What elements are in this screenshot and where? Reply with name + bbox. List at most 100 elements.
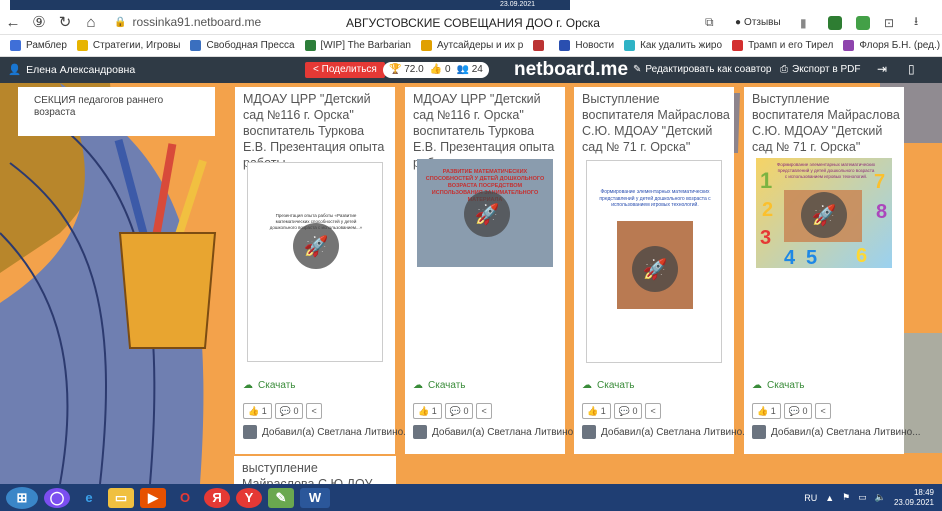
- download-link[interactable]: ☁ Скачать: [413, 380, 466, 391]
- reviews-button[interactable]: ● Отзывы: [735, 10, 781, 35]
- card-title: Выступление воспитателя Майраслова С.Ю. …: [752, 92, 900, 154]
- network-icon[interactable]: ▭: [858, 492, 867, 503]
- mobile-icon[interactable]: ▯: [908, 62, 915, 76]
- home-icon[interactable]: ⌂: [78, 10, 104, 35]
- volume-icon[interactable]: 🔈: [875, 492, 886, 503]
- word-icon[interactable]: W: [300, 487, 330, 508]
- bookmark-label: Стратегии, Игровы: [92, 40, 181, 51]
- yandex-search-icon[interactable]: Я: [204, 487, 230, 508]
- comment-button[interactable]: 💬 0: [613, 403, 643, 419]
- export-pdf-button[interactable]: ⎙ Экспорт в PDF: [780, 64, 860, 75]
- like-button[interactable]: 👍 1: [413, 403, 442, 419]
- bookmark-item[interactable]: Аутсайдеры и их р: [420, 40, 524, 51]
- user-menu[interactable]: 👤 Елена Александровна: [8, 63, 136, 77]
- svg-text:2: 2: [762, 199, 773, 221]
- card-thumbnail[interactable]: Формирование элементарных математических…: [586, 160, 722, 363]
- avatar: [752, 425, 766, 439]
- download-label: Скачать: [428, 380, 466, 391]
- tray-arrow-icon[interactable]: ▲: [825, 493, 834, 503]
- post-card[interactable]: МДОАУ ЦРР "Детский сад №116 г. Орска" во…: [235, 87, 412, 454]
- lock-icon: 🔒: [114, 16, 127, 28]
- bookmark-item[interactable]: [533, 40, 549, 51]
- cloud-icon: ☁: [243, 380, 253, 391]
- post-card[interactable]: МДОАУ ЦРР "Детский сад №116 г. Орска" во…: [405, 87, 582, 454]
- added-by: Добавил(а) Светлана Литвино...: [582, 425, 751, 439]
- url-field[interactable]: rossinka91.netboard.me: [132, 15, 261, 29]
- post-card[interactable]: выступление Майраслова С.Ю ДОУ 71.mp4: [234, 456, 396, 484]
- share-button[interactable]: < Поделиться: [305, 62, 385, 78]
- translate-icon[interactable]: ⧉: [705, 10, 714, 35]
- card-actions: 👍 1 💬 0 <: [582, 403, 661, 419]
- share-icon[interactable]: <: [645, 403, 661, 419]
- share-icon[interactable]: <: [476, 403, 492, 419]
- language-indicator[interactable]: RU: [804, 493, 817, 503]
- top-strip-window: [10, 0, 570, 10]
- bookmark-label: Флоря Б.Н. (ред.): [859, 40, 941, 51]
- bookmark-item[interactable]: Свободная Пресса: [190, 40, 295, 51]
- yandex-browser-icon[interactable]: Y: [236, 487, 262, 508]
- bookmark-icon[interactable]: ▮: [800, 10, 807, 35]
- extension-icon[interactable]: [828, 10, 842, 35]
- bookmark-label: [WIP] The Barbarian: [320, 40, 411, 51]
- bookmark-label: Как удалить жиро: [640, 40, 723, 51]
- bookmark-item[interactable]: Стратегии, Игровы: [76, 40, 181, 51]
- bookmark-item[interactable]: Новости: [559, 40, 614, 51]
- back-icon[interactable]: ←: [0, 10, 26, 35]
- extension-green-icon[interactable]: [856, 10, 870, 35]
- comment-button[interactable]: 💬 0: [444, 403, 474, 419]
- share-icon[interactable]: <: [306, 403, 322, 419]
- comment-button[interactable]: 💬 0: [274, 403, 304, 419]
- folder-icon[interactable]: ▭: [108, 487, 134, 508]
- flag-icon[interactable]: ⚑: [842, 492, 850, 503]
- card-thumbnail[interactable]: РАЗВИТИЕ МАТЕМАТИЧЕСКИХ СПОСОБНОСТЕЙ У Д…: [417, 159, 553, 267]
- ie-icon[interactable]: e: [76, 488, 102, 508]
- avatar: [582, 425, 596, 439]
- browser-round-icon[interactable]: ◯: [44, 487, 70, 508]
- bookmark-item[interactable]: Как удалить жиро: [624, 40, 722, 51]
- svg-text:6: 6: [856, 245, 867, 267]
- like-button[interactable]: 👍 1: [243, 403, 272, 419]
- section-header[interactable]: СЕКЦИЯ педагогов раннего возраста: [18, 87, 215, 136]
- download-icon[interactable]: ⭳: [914, 10, 918, 35]
- download-link[interactable]: ☁ Скачать: [243, 380, 296, 391]
- like-button[interactable]: 👍 1: [582, 403, 611, 419]
- bookmark-label: Новости: [575, 40, 615, 51]
- card-thumbnail[interactable]: Формирование элементарных математических…: [756, 158, 892, 268]
- start-icon[interactable]: ⊞: [6, 486, 38, 509]
- bookmark-item[interactable]: Рамблер: [10, 40, 67, 51]
- card-title: МДОАУ ЦРР "Детский сад №116 г. Орска" во…: [243, 92, 385, 170]
- pencil-icon: ✎: [633, 64, 642, 75]
- clock[interactable]: 18:49 23.09.2021: [894, 488, 934, 508]
- like-button[interactable]: 👍 1: [752, 403, 781, 419]
- post-card[interactable]: Выступление воспитателя Майраслова С.Ю. …: [744, 87, 921, 454]
- card-thumbnail[interactable]: Презентация опыта работы «Развитие матем…: [247, 162, 383, 362]
- cloud-icon: ☁: [582, 380, 592, 391]
- bookmark-item[interactable]: [WIP] The Barbarian: [304, 40, 411, 51]
- download-label: Скачать: [258, 380, 296, 391]
- share-icon[interactable]: <: [815, 403, 831, 419]
- login-icon[interactable]: ⇥: [877, 62, 887, 76]
- added-by: Добавил(а) Светлана Литвино...: [752, 425, 921, 439]
- bookmark-label: Свободная Пресса: [206, 40, 295, 51]
- comment-button[interactable]: 💬 0: [783, 403, 813, 419]
- post-card[interactable]: Выступление воспитателя Майраслова С.Ю. …: [574, 87, 751, 454]
- paint-icon[interactable]: ✎: [268, 487, 294, 508]
- bookmark-item[interactable]: Флоря Б.Н. (ред.): [843, 40, 940, 51]
- download-label: Скачать: [767, 380, 805, 391]
- media-icon[interactable]: ▶: [140, 487, 166, 508]
- bookmark-label: Аутсайдеры и их р: [436, 40, 524, 51]
- bookmark-item[interactable]: Трамп и его Тирел: [732, 40, 833, 51]
- bookmark-favicon: [304, 40, 316, 51]
- bookmark-favicon: [533, 40, 545, 51]
- download-link[interactable]: ☁ Скачать: [582, 380, 635, 391]
- edit-coauthor-button[interactable]: ✎ Редактировать как соавтор: [633, 64, 771, 75]
- collections-icon[interactable]: ⊡: [884, 10, 894, 35]
- brand-logo[interactable]: netboard.me: [514, 59, 628, 81]
- opera-icon[interactable]: O: [172, 488, 198, 508]
- download-link[interactable]: ☁ Скачать: [752, 380, 805, 391]
- user-name: Елена Александровна: [26, 63, 136, 76]
- yandex-icon[interactable]: ⑨: [26, 10, 52, 35]
- card-actions: 👍 1 💬 0 <: [243, 403, 322, 419]
- reload-icon[interactable]: ↻: [52, 10, 78, 35]
- rocket-icon: 🚀: [293, 223, 339, 269]
